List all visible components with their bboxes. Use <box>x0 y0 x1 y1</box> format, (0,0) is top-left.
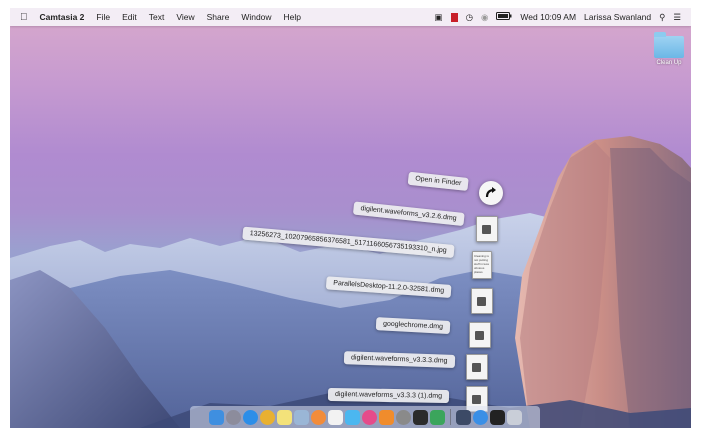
menu-help[interactable]: Help <box>278 12 307 22</box>
dmg-file-icon[interactable] <box>471 288 493 314</box>
spotlight-search-icon[interactable]: ⚲ <box>655 12 669 23</box>
menu-clock[interactable]: Wed 10:09 AM <box>516 12 580 22</box>
desktop:  Camtasia 2 File Edit Text View Share W… <box>10 8 691 428</box>
status-area: ▣ ◷ ◉ Wed 10:09 AM Larissa Swanland ⚲ ☰ <box>431 12 691 23</box>
menu-window[interactable]: Window <box>235 12 277 22</box>
dock-chrome-icon[interactable] <box>259 409 275 425</box>
image-file-icon[interactable]: Cleaning is not putting stuff in less ob… <box>472 251 492 279</box>
menu-share[interactable]: Share <box>201 12 236 22</box>
menu-bar:  Camtasia 2 File Edit Text View Share W… <box>10 8 691 26</box>
desktop-folder-label: Clean Up <box>656 60 682 66</box>
dock-downloads-stack-icon[interactable] <box>455 409 471 425</box>
dock-separator <box>449 409 451 425</box>
stack-item-label[interactable]: digilent.waveforms_v3.3.3 (1).dmg <box>327 387 450 403</box>
dock <box>190 406 540 428</box>
menu-edit[interactable]: Edit <box>116 12 143 22</box>
dock-ibooks-icon[interactable] <box>378 409 394 425</box>
folder-icon <box>654 32 684 58</box>
dock-quicktime-icon[interactable] <box>429 409 445 425</box>
dock-safari-icon[interactable] <box>242 409 258 425</box>
arrow-curve-icon <box>485 187 496 198</box>
menu-text[interactable]: Text <box>143 12 171 22</box>
dock-messages-icon[interactable] <box>344 409 360 425</box>
dock-preview-icon[interactable] <box>293 409 309 425</box>
dock-terminal-icon[interactable] <box>489 409 505 425</box>
dock-system-preferences-icon[interactable] <box>395 409 411 425</box>
menu-user[interactable]: Larissa Swanland <box>580 12 655 22</box>
image-file-preview-text: Cleaning is not putting stuff in less ob… <box>474 254 489 274</box>
dock-calendar-icon[interactable] <box>327 409 343 425</box>
dock-notes-icon[interactable] <box>276 409 292 425</box>
dock-camtasia-icon[interactable] <box>412 409 428 425</box>
dock-finder-icon[interactable] <box>208 409 224 425</box>
wallpaper-landscape <box>10 136 691 428</box>
camera-icon[interactable]: ▣ <box>431 12 447 23</box>
dock-app-store-icon[interactable] <box>472 409 488 425</box>
dmg-file-icon[interactable] <box>466 354 488 380</box>
dmg-file-icon[interactable] <box>476 216 498 242</box>
recording-icon[interactable] <box>447 12 462 23</box>
apple-icon[interactable]:  <box>10 12 34 23</box>
menu-file[interactable]: File <box>90 12 116 22</box>
battery-icon[interactable] <box>492 12 516 22</box>
notification-center-icon[interactable]: ☰ <box>669 12 685 23</box>
dock-launchpad-icon[interactable] <box>225 409 241 425</box>
desktop-folder-clean-up[interactable]: Clean Up <box>650 32 688 66</box>
time-machine-icon[interactable]: ◷ <box>462 12 477 23</box>
open-in-finder-button[interactable] <box>479 181 503 205</box>
dmg-file-icon[interactable] <box>469 322 491 348</box>
dock-trash-icon[interactable] <box>506 409 522 425</box>
dock-itunes-icon[interactable] <box>361 409 377 425</box>
menu-view[interactable]: View <box>170 12 200 22</box>
menu-app-name[interactable]: Camtasia 2 <box>34 12 91 22</box>
wifi-icon[interactable]: ◉ <box>477 12 492 23</box>
dock-photos-icon[interactable] <box>310 409 326 425</box>
